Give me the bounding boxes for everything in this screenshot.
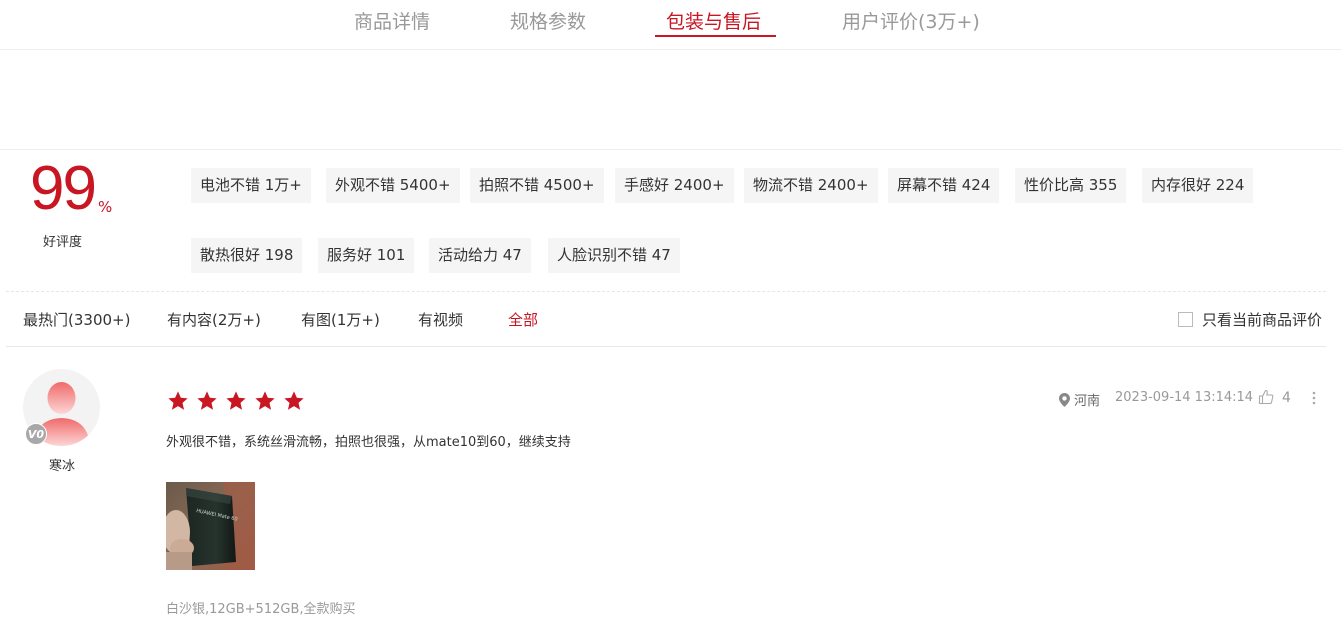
review-tag[interactable]: 拍照不错 4500+ (470, 168, 604, 203)
tab-specifications[interactable]: 规格参数 (510, 7, 586, 34)
more-options-button[interactable] (1311, 390, 1317, 410)
review-photo[interactable]: HUAWEI Mate 60 (166, 482, 255, 570)
review-photo-image: HUAWEI Mate 60 (166, 482, 255, 570)
review-tag[interactable]: 内存很好 224 (1142, 168, 1254, 203)
more-vertical-icon (1312, 391, 1316, 405)
reviewer-name: 寒冰 (49, 459, 76, 474)
tab-user-reviews[interactable]: 用户评价(3万+) (842, 7, 980, 34)
like-button[interactable]: 4 (1258, 389, 1291, 406)
good-rate-label: 好评度 (43, 235, 83, 250)
filter-hottest[interactable]: 最热门(3300+) (23, 309, 130, 330)
review-location: 河南 (1059, 390, 1100, 409)
review-tag[interactable]: 人脸识别不错 47 (548, 238, 680, 273)
review-tag[interactable]: 外观不错 5400+ (326, 168, 460, 203)
review-tag[interactable]: 物流不错 2400+ (744, 168, 878, 203)
product-tabs: 商品详情 规格参数 包装与售后 用户评价(3万+) (0, 0, 1341, 50)
active-tab-indicator (655, 35, 776, 37)
filter-with-content[interactable]: 有内容(2万+) (167, 309, 261, 330)
only-current-product-toggle[interactable]: 只看当前商品评价 (1178, 309, 1322, 330)
good-rate-percent: % (98, 198, 113, 216)
review-text: 外观很不错，系统丝滑流畅，拍照也很强，从mate10到60，继续支持 (166, 435, 571, 450)
star-icon (197, 391, 217, 410)
filter-with-video[interactable]: 有视频 (418, 309, 463, 330)
star-icon (226, 391, 246, 410)
star-icon (255, 391, 275, 410)
review-tag[interactable]: 手感好 2400+ (615, 168, 734, 203)
vip-level-badge: V0 (25, 423, 47, 445)
review-datetime: 2023-09-14 13:14:14 (1115, 390, 1254, 405)
review-tag[interactable]: 散热很好 198 (191, 238, 303, 273)
only-current-label: 只看当前商品评价 (1202, 311, 1323, 329)
filter-with-images[interactable]: 有图(1万+) (301, 309, 380, 330)
only-current-checkbox[interactable] (1178, 312, 1193, 327)
dashed-divider (6, 291, 1326, 292)
star-icon (168, 391, 188, 410)
location-pin-icon (1059, 393, 1070, 407)
review-tag[interactable]: 性价比高 355 (1015, 168, 1127, 203)
review-tag[interactable]: 服务好 101 (318, 238, 415, 273)
review-tag[interactable]: 电池不错 1万+ (191, 168, 311, 203)
tab-packaging-aftersales[interactable]: 包装与售后 (666, 7, 761, 34)
thumbs-up-icon (1258, 389, 1274, 405)
review-tag[interactable]: 活动给力 47 (429, 238, 531, 273)
good-rate-value: 99 (30, 154, 97, 223)
star-icon (284, 391, 304, 410)
like-count: 4 (1282, 390, 1291, 406)
filter-divider (6, 346, 1326, 347)
star-rating (167, 390, 307, 414)
filter-all[interactable]: 全部 (508, 309, 538, 330)
purchase-spec: 白沙银,12GB+512GB,全款购买 (166, 602, 356, 617)
tab-product-details[interactable]: 商品详情 (354, 7, 430, 34)
location-text: 河南 (1074, 394, 1101, 409)
section-divider (0, 149, 1341, 150)
review-tag[interactable]: 屏幕不错 424 (888, 168, 1000, 203)
